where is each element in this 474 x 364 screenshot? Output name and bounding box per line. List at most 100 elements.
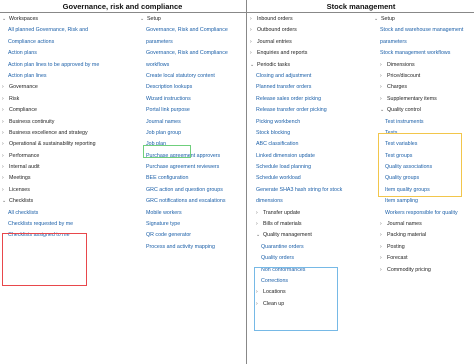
nav-link-stock-and-warehouse-management[interactable]: Stock and warehouse management	[374, 25, 474, 36]
nav-link-qr-code-generator[interactable]: QR code generator	[140, 230, 245, 241]
nav-link-grc-notifications-and-escalations[interactable]: GRC notifications and escalations	[140, 196, 245, 207]
chevron-down-icon: ⌄	[374, 16, 379, 22]
nav-link-linked-dimension-update[interactable]: Linked dimension update	[250, 151, 375, 162]
nav-link-item-sampling[interactable]: Item sampling	[374, 196, 474, 207]
nav-group-journal-entries[interactable]: › Journal entries	[250, 37, 375, 48]
nav-group-journal-names[interactable]: › Journal names	[374, 219, 474, 230]
nav-group-periodic-tasks[interactable]: ⌄ Periodic tasks	[250, 60, 375, 71]
chevron-right-icon: ›	[2, 186, 4, 193]
nav-group-setup[interactable]: ⌄ Setup	[374, 14, 474, 25]
nav-group-meetings[interactable]: › Meetings	[2, 173, 142, 184]
nav-link-governance-risk-and-compliance[interactable]: Governance, Risk and Compliance	[140, 48, 245, 59]
nav-group-label: Licenses	[9, 186, 30, 193]
nav-link-create-local-statutory-content[interactable]: Create local statutory content	[140, 71, 245, 82]
nav-group-bills-of-materials[interactable]: › Bills of materials	[250, 219, 375, 230]
nav-link-workflows[interactable]: workflows	[140, 60, 245, 71]
job-plan-highlight-box	[143, 145, 191, 158]
chevron-down-icon: ⌄	[250, 61, 255, 68]
nav-link-parameters[interactable]: parameters	[140, 37, 245, 48]
nav-group-inbound-orders[interactable]: › Inbound orders	[250, 14, 375, 25]
nav-link-schedule-load-planning[interactable]: Schedule load planning	[250, 162, 375, 173]
nav-link-release-transfer-order-picking[interactable]: Release transfer order picking	[250, 105, 375, 116]
chevron-down-icon: ⌄	[2, 198, 7, 205]
nav-group-charges[interactable]: › Charges	[374, 82, 474, 93]
nav-link-purchase-agreement-reviewers[interactable]: Purchase agreement reviewers	[140, 162, 245, 173]
nav-group-supplementary-items[interactable]: › Supplementary items	[374, 94, 474, 105]
nav-link-wizard-instructions[interactable]: Wizard instructions	[140, 94, 245, 105]
nav-group-quality-management[interactable]: ⌄ Quality management	[250, 230, 375, 241]
nav-link-description-lookups[interactable]: Description lookups	[140, 82, 245, 93]
nav-link-governance-risk-and-compliance[interactable]: Governance, Risk and Compliance	[140, 25, 245, 36]
chevron-down-icon: ⌄	[2, 16, 7, 22]
nav-link-release-sales-order-picking[interactable]: Release sales order picking	[250, 94, 375, 105]
nav-group-business-continuity[interactable]: › Business continuity	[2, 117, 142, 128]
chevron-down-icon: ⌄	[140, 16, 145, 22]
nav-group-packing-material[interactable]: › Packing material	[374, 230, 474, 241]
nav-group-price-discount[interactable]: › Price/discount	[374, 71, 474, 82]
nav-link-signature-type[interactable]: Signature type	[140, 219, 245, 230]
nav-link-action-plans[interactable]: Action plans	[2, 48, 142, 59]
grc-navigation-list: ⌄ Workspaces All planned Governance, Risk …	[2, 14, 142, 242]
nav-link-action-plan-lines-to-be-approved-by-me[interactable]: Action plan lines to be approved by me	[2, 60, 142, 71]
nav-group-governance[interactable]: › Governance	[2, 82, 142, 93]
nav-group-commodity-pricing[interactable]: › Commodity pricing	[374, 265, 474, 276]
nav-group-licenses[interactable]: › Licenses	[2, 185, 142, 196]
nav-group-quality-control[interactable]: ⌄ Quality control	[374, 105, 474, 116]
nav-link-journal-names[interactable]: Journal names	[140, 117, 245, 128]
nav-group-setup[interactable]: ⌄ Setup	[140, 14, 245, 25]
nav-link-label: Journal names	[146, 118, 181, 125]
nav-group-posting[interactable]: › Posting	[374, 242, 474, 253]
chevron-right-icon: ›	[250, 27, 252, 34]
nav-link-compliance-actions[interactable]: Compliance actions	[2, 37, 142, 48]
nav-link-test-instruments[interactable]: Test instruments	[374, 117, 474, 128]
nav-link-bee-configuration[interactable]: BEE configuration	[140, 173, 245, 184]
nav-group-business-excellence-and-strategy[interactable]: › Business excellence and strategy	[2, 128, 142, 139]
nav-link-action-plan-lines[interactable]: Action plan lines	[2, 71, 142, 82]
nav-link-workers-responsible-for-quality[interactable]: Workers responsible for quality	[374, 208, 474, 219]
chevron-right-icon: ›	[380, 95, 382, 102]
nav-link-grc-action-and-question-groups[interactable]: GRC action and question groups	[140, 185, 245, 196]
nav-group-internal-audit[interactable]: › Internal audit	[2, 162, 142, 173]
nav-group-forecast[interactable]: › Forecast	[374, 253, 474, 264]
nav-link-all-checklists[interactable]: All checklists	[2, 208, 142, 219]
nav-link-process-and-activity-mapping[interactable]: Process and activity mapping	[140, 242, 245, 253]
nav-link-mobile-workers[interactable]: Mobile workers	[140, 208, 245, 219]
chevron-down-icon: ⌄	[256, 232, 261, 239]
nav-link-dimensions[interactable]: dimensions	[250, 196, 375, 207]
nav-group-operational-sustainability-reporting[interactable]: › Operational & sustainability reporting	[2, 139, 142, 150]
nav-link-picking-workbench[interactable]: Picking workbench	[250, 117, 375, 128]
nav-link-parameters[interactable]: parameters	[374, 37, 474, 48]
nav-link-quarantine-orders[interactable]: Quarantine orders	[250, 242, 375, 253]
nav-group-outbound-orders[interactable]: › Outbound orders	[250, 25, 375, 36]
nav-group-risk[interactable]: › Risk	[2, 94, 142, 105]
nav-group-compliance[interactable]: › Compliance	[2, 105, 142, 116]
chevron-right-icon: ›	[380, 255, 382, 262]
nav-link-label: Checklists requested by me	[8, 221, 74, 228]
nav-link-label: All checklists	[8, 209, 39, 216]
nav-link-planned-transfer-orders[interactable]: Planned transfer orders	[250, 82, 375, 93]
nav-group-workspaces[interactable]: ⌄ Workspaces	[2, 14, 142, 25]
nav-link-job-plan-group[interactable]: Job plan group	[140, 128, 245, 139]
nav-link-abc-classification[interactable]: ABC classification	[250, 139, 375, 150]
nav-link-closing-and-adjustment[interactable]: Closing and adjustment	[250, 71, 375, 82]
nav-link-label: Portal link purpose	[146, 107, 190, 114]
nav-link-stock-management-workflows[interactable]: Stock management workflows	[374, 48, 474, 59]
chevron-down-icon: ⌄	[380, 107, 385, 114]
nav-link-schedule-workload[interactable]: Schedule workload	[250, 173, 375, 184]
nav-link-stock-blocking[interactable]: Stock blocking	[250, 128, 375, 139]
nav-group-dimensions[interactable]: › Dimensions	[374, 60, 474, 71]
nav-group-enquiries-and-reports[interactable]: › Enquiries and reports	[250, 48, 375, 59]
nav-link-portal-link-purpose[interactable]: Portal link purpose	[140, 105, 245, 116]
nav-link-generate-sha3-hash-string-for-stock[interactable]: Generate SHA3 hash string for stock	[250, 185, 375, 196]
nav-group-transfer-update[interactable]: › Transfer update	[250, 208, 375, 219]
nav-group-label: Supplementary items	[387, 95, 437, 102]
nav-group-label: Packing material	[387, 232, 427, 239]
nav-link-label: All planned Governance, Risk and	[8, 27, 89, 34]
nav-link-checklists-requested-by-me[interactable]: Checklists requested by me	[2, 219, 142, 230]
nav-group-label: Journal names	[387, 221, 422, 228]
grc-setup-list: ⌄ Setup Governance, Risk and Compliance par…	[140, 14, 245, 253]
nav-link-all-planned-governance-risk-and[interactable]: All planned Governance, Risk and	[2, 25, 142, 36]
nav-group-performance[interactable]: › Performance	[2, 151, 142, 162]
nav-group-checklists[interactable]: ⌄ Checklists	[2, 196, 142, 207]
nav-link-quality-orders[interactable]: Quality orders	[250, 253, 375, 264]
